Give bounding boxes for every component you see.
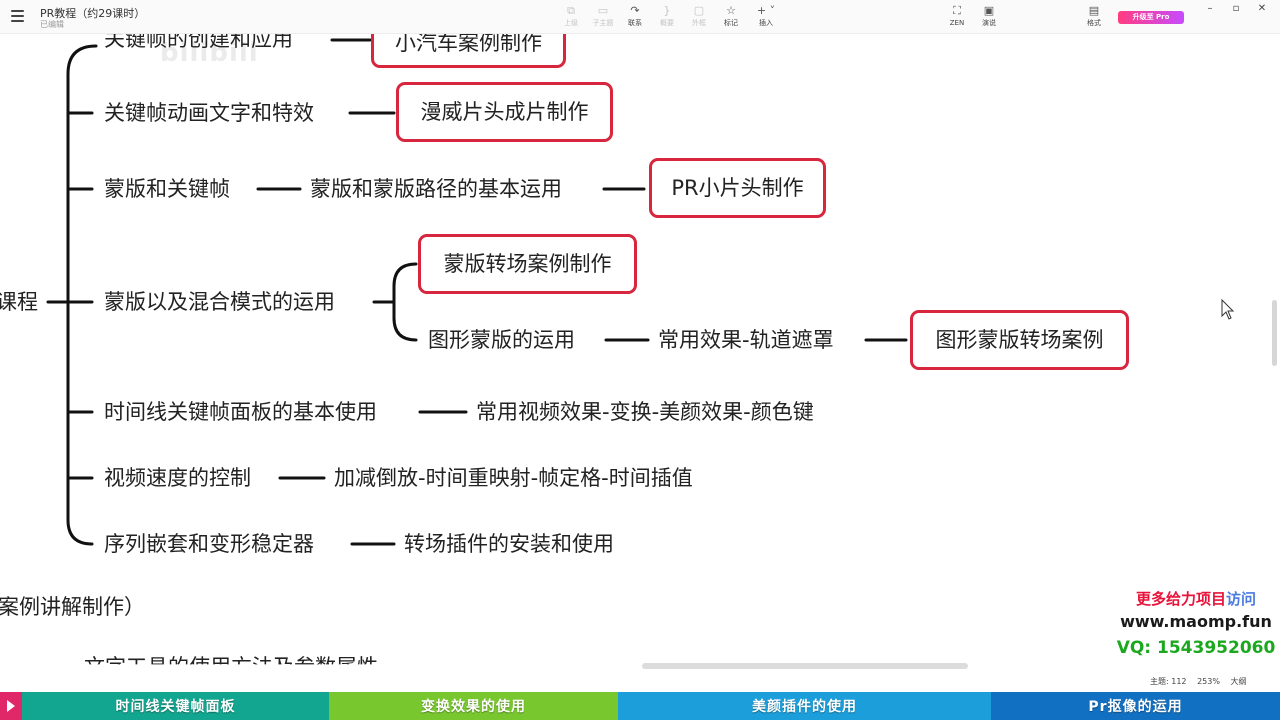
promo-line-1: 更多给力项目访问	[1135, 590, 1257, 608]
chapter-4[interactable]: Pr抠像的运用	[991, 692, 1280, 720]
topic-marvel-intro[interactable]: 漫威片头成片制作	[396, 82, 613, 142]
chapter-2[interactable]: 变换效果的使用	[329, 692, 618, 720]
toolbar-insert-button[interactable]: + ˅ 插入	[749, 4, 783, 28]
toolbar-summary-button[interactable]: } 概要	[650, 4, 684, 28]
mouse-cursor-icon	[1221, 299, 1235, 320]
topic-nesting-warp-stabilizer[interactable]: 序列嵌套和变形稳定器	[104, 531, 314, 557]
topic-shape-mask[interactable]: 图形蒙版的运用	[428, 327, 575, 353]
topic-mask-transition-case[interactable]: 蒙版转场案例制作	[418, 234, 637, 294]
toolbar-marker-button[interactable]: ☆ 标记	[714, 4, 748, 28]
mindmap-canvas[interactable]: bilibili 课程 关键帧的创建和应用 小汽车案例制作 关键帧动画文字和特效…	[0, 34, 1280, 692]
topic-mask-and-keyframe[interactable]: 蒙版和关键帧	[104, 176, 230, 202]
topic-case-explanation[interactable]: 案例讲解制作）	[0, 594, 145, 620]
toolbar-pitch-button[interactable]: ▣ 演说	[972, 4, 1006, 28]
chapter-3[interactable]: 美颜插件的使用	[618, 692, 991, 720]
topic-timeline-keyframe-panel[interactable]: 时间线关键帧面板的基本使用	[104, 399, 377, 425]
status-bar: 主题: 112 253% 大纲	[1150, 676, 1254, 687]
boundary-icon: ▢	[693, 4, 705, 17]
toolbar-parent-topic-button[interactable]: ⧉ 上级	[554, 4, 588, 28]
close-icon[interactable]: ✕	[1255, 3, 1269, 15]
toolbar-boundary-button[interactable]: ▢ 外框	[682, 4, 716, 28]
topic-pr-small-intro[interactable]: PR小片头制作	[649, 158, 826, 218]
summary-icon: }	[663, 4, 671, 17]
topic-keyframe-text-effects[interactable]: 关键帧动画文字和特效	[104, 100, 314, 126]
topic-shape-mask-transition[interactable]: 图形蒙版转场案例	[910, 310, 1129, 370]
topic-mask-path-basics[interactable]: 蒙版和蒙版路径的基本运用	[310, 176, 562, 202]
vertical-scrollbar[interactable]	[1272, 300, 1277, 366]
topic-common-video-effects[interactable]: 常用视频效果-变换-美颜效果-颜色键	[476, 399, 814, 425]
upgrade-pro-button[interactable]: 升级至 Pro	[1118, 11, 1184, 24]
promo-overlay: 更多给力项目访问 www.maomp.fun VQ: 1543952060	[1112, 588, 1280, 662]
topic-time-remapping[interactable]: 加减倒放-时间重映射-帧定格-时间插值	[334, 465, 693, 491]
topic-car-case[interactable]: 小汽车案例制作	[371, 34, 566, 68]
topic-count: 主题: 112	[1150, 677, 1187, 686]
outline-toggle[interactable]: 大纲	[1230, 677, 1246, 686]
root-topic[interactable]: 课程	[0, 289, 38, 315]
topic-track-matte[interactable]: 常用效果-轨道遮罩	[658, 327, 834, 353]
minimize-icon[interactable]: –	[1203, 3, 1217, 15]
horizontal-scrollbar[interactable]	[642, 663, 968, 669]
chapter-1[interactable]: 时间线关键帧面板	[22, 692, 329, 720]
promo-contact: VQ: 1543952060	[1116, 638, 1276, 658]
document-status: 已编辑	[40, 20, 64, 29]
promo-url: www.maomp.fun	[1120, 612, 1272, 631]
marker-icon: ☆	[726, 4, 736, 17]
toolbar-format-button[interactable]: ▤ 格式	[1077, 4, 1111, 28]
topic-video-speed[interactable]: 视频速度的控制	[104, 465, 251, 491]
insert-icon: + ˅	[756, 4, 776, 17]
topic-mask-blend-modes[interactable]: 蒙版以及混合模式的运用	[104, 289, 335, 315]
topic-transition-plugins[interactable]: 转场插件的安装和使用	[404, 531, 614, 557]
child-node-icon: ▭	[597, 4, 609, 17]
toolbar-zen-button[interactable]: ⛶ ZEN	[940, 4, 974, 28]
video-chapter-bar: 时间线关键帧面板 变换效果的使用 美颜插件的使用 Pr抠像的运用	[0, 692, 1280, 720]
play-icon[interactable]	[0, 692, 22, 720]
toolbar-subtopic-button[interactable]: ▭ 子主题	[586, 4, 620, 28]
zoom-level[interactable]: 253%	[1197, 677, 1220, 686]
top-toolbar: PR教程（约29课时） 已编辑 ⧉ 上级 ▭ 子主题 ↷ 联系 } 概要 ▢ 外…	[0, 0, 1280, 34]
pitch-icon: ▣	[983, 4, 995, 17]
zen-icon: ⛶	[953, 4, 961, 17]
parent-node-icon: ⧉	[567, 4, 575, 17]
relationship-icon: ↷	[630, 4, 640, 17]
menu-icon[interactable]	[11, 10, 24, 22]
maximize-icon[interactable]: ▫	[1229, 3, 1243, 15]
format-icon: ▤	[1088, 4, 1100, 17]
topic-keyframe-creation[interactable]: 关键帧的创建和应用	[104, 34, 293, 52]
toolbar-relationship-button[interactable]: ↷ 联系	[618, 4, 652, 28]
